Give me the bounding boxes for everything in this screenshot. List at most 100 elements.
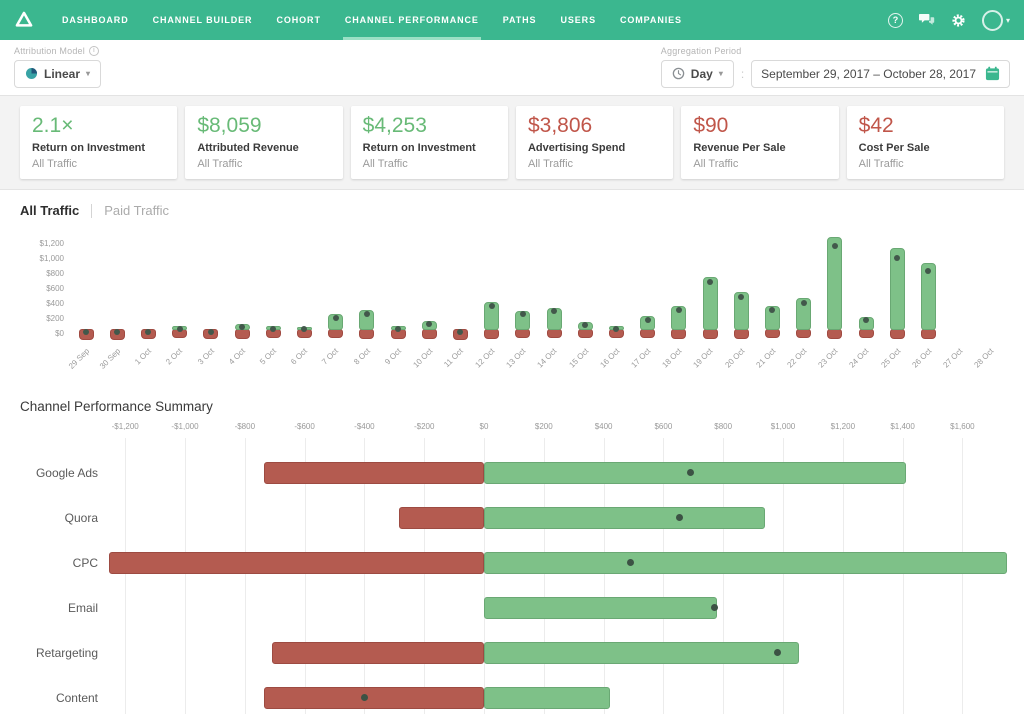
x-axis-tick-label: $1,200: [813, 422, 873, 431]
kpi-value: 2.1×: [32, 115, 165, 136]
nav-item-channel-performance[interactable]: CHANNEL PERFORMANCE: [333, 0, 491, 40]
date-range-value: September 29, 2017 – October 28, 2017: [761, 67, 976, 81]
gear-icon[interactable]: [951, 13, 966, 28]
spend-bar[interactable]: [890, 329, 905, 339]
revenue-bar[interactable]: [484, 687, 610, 709]
x-axis-tick-label: 19 Oct: [692, 346, 716, 370]
x-axis-tick-label: -$1,000: [155, 422, 215, 431]
kpi-strip: 2.1× Return on Investment All Traffic $8,05…: [0, 96, 1024, 190]
spend-bar[interactable]: [921, 329, 936, 339]
y-axis-tick-label: $400: [20, 299, 64, 308]
kpi-card: $4,253Return on InvestmentAll Traffic: [351, 106, 508, 179]
spend-bar[interactable]: [109, 552, 484, 574]
x-axis-tick-label: $400: [574, 422, 634, 431]
kpi-title: Return on Investment: [32, 142, 165, 154]
revenue-bar[interactable]: [484, 462, 906, 484]
row-label: Email: [0, 600, 98, 616]
tab-divider: [91, 204, 92, 218]
chat-icon[interactable]: [919, 13, 935, 27]
x-axis-tick-label: 13 Oct: [505, 346, 529, 370]
kpi-value: $90: [693, 115, 826, 136]
gridline: [185, 438, 186, 714]
kpi-value: $8,059: [197, 115, 330, 136]
y-axis-tick-label: $200: [20, 314, 64, 323]
spend-bar[interactable]: [235, 329, 250, 339]
nav-item-companies[interactable]: COMPANIES: [608, 0, 694, 40]
x-axis-tick-label: 6 Oct: [289, 346, 310, 367]
spend-bar[interactable]: [399, 507, 484, 529]
x-axis-tick-label: 8 Oct: [352, 346, 373, 367]
x-axis-tick-label: 22 Oct: [785, 346, 809, 370]
info-icon[interactable]: i: [89, 46, 99, 56]
x-axis-tick-label: 10 Oct: [411, 346, 435, 370]
spend-bar[interactable]: [827, 329, 842, 339]
x-axis-tick-label: 3 Oct: [196, 346, 217, 367]
roi-marker-dot: [177, 326, 183, 332]
x-axis-tick-label: -$600: [275, 422, 335, 431]
help-icon[interactable]: ?: [888, 13, 903, 28]
nav-item-channel-builder[interactable]: CHANNEL BUILDER: [141, 0, 265, 40]
spend-bar[interactable]: [578, 329, 593, 338]
revenue-bar[interactable]: [703, 277, 718, 330]
attribution-logo-icon[interactable]: [14, 10, 34, 30]
x-axis-tick-label: 23 Oct: [817, 346, 841, 370]
attribution-model-dropdown[interactable]: Linear ▾: [14, 60, 101, 88]
roi-marker-dot: [627, 559, 634, 566]
chevron-down-icon: ▾: [86, 69, 90, 78]
kpi-subtitle: All Traffic: [528, 158, 661, 170]
x-axis-tick-label: 17 Oct: [629, 346, 653, 370]
nav-item-users[interactable]: USERS: [548, 0, 608, 40]
roi-marker-dot: [676, 307, 682, 313]
revenue-bar[interactable]: [484, 507, 765, 529]
spend-bar[interactable]: [272, 642, 484, 664]
spend-bar[interactable]: [671, 329, 686, 339]
revenue-bar[interactable]: [484, 552, 1007, 574]
timeseries-chart: $0$200$400$600$800$1,000$1,20029 Sep30 S…: [20, 223, 1004, 385]
tab-all-traffic[interactable]: All Traffic: [20, 203, 79, 218]
spend-bar[interactable]: [640, 329, 655, 338]
spend-bar[interactable]: [359, 329, 374, 339]
kpi-value: $4,253: [363, 115, 496, 136]
roi-marker-dot: [361, 694, 368, 701]
spend-bar[interactable]: [796, 329, 811, 338]
nav-item-cohort[interactable]: COHORT: [264, 0, 332, 40]
spend-bar[interactable]: [703, 329, 718, 339]
spend-bar[interactable]: [264, 687, 484, 709]
aggregation-period-group: Aggregation Period Day ▾ : September 29,…: [661, 46, 1010, 88]
x-axis-tick-label: 21 Oct: [754, 346, 778, 370]
section-title: Channel Performance Summary: [20, 399, 1004, 414]
spend-bar[interactable]: [328, 329, 343, 338]
revenue-bar[interactable]: [484, 597, 717, 619]
user-avatar[interactable]: ▾: [982, 10, 1010, 31]
aggregation-period-dropdown[interactable]: Day ▾: [661, 60, 734, 88]
spend-bar[interactable]: [765, 329, 780, 338]
roi-marker-dot: [270, 326, 276, 332]
roi-marker-dot: [395, 326, 401, 332]
kpi-title: Advertising Spend: [528, 142, 661, 154]
x-axis-tick-label: 5 Oct: [258, 346, 279, 367]
tab-paid-traffic[interactable]: Paid Traffic: [104, 203, 169, 218]
spend-bar[interactable]: [515, 329, 530, 338]
spend-bar[interactable]: [547, 329, 562, 338]
kpi-value: $3,806: [528, 115, 661, 136]
roi-marker-dot: [707, 279, 713, 285]
x-axis-tick-label: $200: [514, 422, 574, 431]
revenue-bar[interactable]: [827, 237, 842, 330]
spend-bar[interactable]: [422, 329, 437, 339]
date-range-picker[interactable]: September 29, 2017 – October 28, 2017: [751, 60, 1010, 88]
x-axis-tick-label: -$200: [394, 422, 454, 431]
nav-item-dashboard[interactable]: DASHBOARD: [50, 0, 141, 40]
y-axis-tick-label: $800: [20, 269, 64, 278]
spend-bar[interactable]: [264, 462, 484, 484]
chevron-down-icon: ▾: [719, 69, 723, 78]
toolbar: Attribution Model i Linear ▾ Aggregation…: [0, 40, 1024, 96]
spend-bar[interactable]: [484, 329, 499, 339]
revenue-bar[interactable]: [484, 642, 799, 664]
spend-bar[interactable]: [859, 329, 874, 338]
x-axis-tick-label: 14 Oct: [536, 346, 560, 370]
spend-bar[interactable]: [734, 329, 749, 339]
x-axis-tick-label: 15 Oct: [567, 346, 591, 370]
kpi-title: Attributed Revenue: [197, 142, 330, 154]
row-label: Retargeting: [0, 645, 98, 661]
nav-item-paths[interactable]: PATHS: [491, 0, 549, 40]
